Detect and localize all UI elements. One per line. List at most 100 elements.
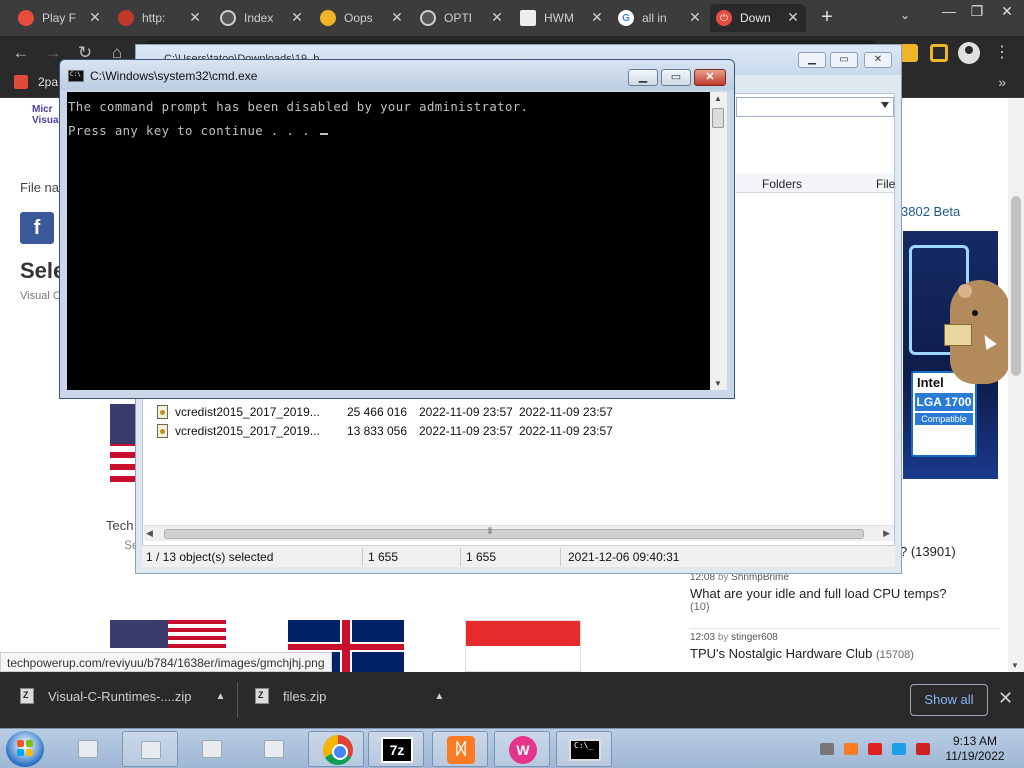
taskbar-xampp[interactable]: ᛞ bbox=[432, 731, 488, 767]
forum-thread[interactable]: 12:08 by ShrimpBrime What are your idle … bbox=[690, 572, 1000, 613]
taskbar-clock[interactable]: 9:13 AM 11/19/2022 bbox=[940, 734, 1010, 764]
tab-close-icon[interactable]: ✕ bbox=[786, 10, 800, 24]
tab-close-icon[interactable]: ✕ bbox=[490, 10, 504, 24]
tray-flag-icon[interactable] bbox=[868, 743, 882, 755]
scroll-down-arrow-icon[interactable]: ▼ bbox=[714, 379, 722, 388]
download-item[interactable]: Visual-C-Runtimes-....zip ▲ bbox=[20, 688, 225, 704]
taskbar-app[interactable] bbox=[246, 731, 302, 767]
tab-close-icon[interactable]: ✕ bbox=[88, 10, 102, 24]
dropdown-arrow-icon[interactable] bbox=[881, 102, 889, 108]
clock-time: 9:13 AM bbox=[952, 734, 998, 748]
taskbar-app[interactable] bbox=[122, 731, 178, 767]
tab-close-icon[interactable]: ✕ bbox=[390, 10, 404, 24]
sidepanel-icon[interactable] bbox=[930, 44, 948, 62]
tab-play[interactable]: Play F ✕ bbox=[12, 4, 108, 32]
us-flag-partial[interactable] bbox=[110, 404, 136, 488]
windows-logo-icon bbox=[26, 740, 33, 747]
download-item[interactable]: files.zip ▲ bbox=[255, 688, 444, 704]
windows-logo-icon bbox=[26, 749, 33, 756]
explorer-maximize-button[interactable]: ▭ bbox=[830, 52, 858, 68]
facebook-share-button[interactable]: f bbox=[20, 212, 54, 244]
tab-favicon-icon bbox=[520, 10, 536, 26]
taskbar-chrome[interactable] bbox=[308, 731, 364, 767]
chevron-up-icon[interactable]: ▲ bbox=[434, 691, 444, 702]
window-restore-button[interactable]: ❐ bbox=[962, 0, 992, 24]
page-scrollbar[interactable]: ▼ bbox=[1008, 98, 1024, 672]
tab-favicon-icon bbox=[18, 10, 34, 26]
logo-line1: Micr bbox=[32, 104, 53, 115]
cmd-close-button[interactable]: ✕ bbox=[694, 69, 726, 86]
tab-close-icon[interactable]: ✕ bbox=[290, 10, 304, 24]
thread-title-text[interactable]: TPU's Nostalgic Hardware Club bbox=[690, 646, 872, 661]
back-arrow-icon[interactable]: ← bbox=[10, 42, 32, 64]
file-column-header[interactable]: File bbox=[876, 177, 895, 191]
cmd-app-icon[interactable] bbox=[68, 70, 84, 82]
tab-download-active[interactable]: ⏻ Down ✕ bbox=[710, 4, 806, 32]
scroll-up-arrow-icon[interactable]: ▲ bbox=[714, 94, 722, 103]
taskbar-app[interactable] bbox=[60, 731, 116, 767]
taskbar-app[interactable] bbox=[184, 731, 240, 767]
path-combobox[interactable] bbox=[736, 97, 894, 117]
forum-thread[interactable]: 12:03 by stinger608 TPU's Nostalgic Hard… bbox=[690, 632, 1000, 661]
scroll-left-arrow-icon[interactable]: ◀ bbox=[146, 528, 153, 539]
tray-action-center-icon[interactable] bbox=[916, 743, 930, 755]
show-all-button[interactable]: Show all bbox=[910, 684, 988, 716]
thread-user[interactable]: stinger608 bbox=[731, 632, 778, 643]
profile-avatar-icon[interactable] bbox=[958, 42, 980, 64]
scroll-down-arrow-icon[interactable]: ▼ bbox=[1011, 661, 1019, 670]
cmd-title-bar[interactable]: C:\Windows\system32\cmd.exe ▁ ▭ ✕ bbox=[60, 60, 734, 90]
horizontal-scrollbar[interactable]: ◀ ⦀ ▶ bbox=[144, 525, 894, 541]
start-button[interactable] bbox=[6, 731, 44, 767]
forum-partial-title[interactable]: ? (13901) bbox=[900, 544, 956, 559]
indonesia-flag-link[interactable] bbox=[465, 620, 581, 672]
taskbar-7zip[interactable]: 7z bbox=[368, 731, 424, 767]
taskbar-cmd[interactable]: C:\_ bbox=[556, 731, 612, 767]
flag-canton bbox=[110, 620, 168, 648]
tab-close-icon[interactable]: ✕ bbox=[188, 10, 202, 24]
cmd-minimize-button[interactable]: ▁ bbox=[628, 69, 658, 86]
tab-oops[interactable]: Oops ✕ bbox=[314, 4, 410, 32]
explorer-minimize-button[interactable]: ▁ bbox=[798, 52, 826, 68]
close-shelf-icon[interactable]: ✕ bbox=[998, 688, 1013, 709]
cmd-scroll-thumb[interactable] bbox=[712, 108, 724, 128]
thread-title[interactable]: TPU's Nostalgic Hardware Club (15708) bbox=[690, 646, 1000, 661]
installer-file-icon bbox=[157, 424, 168, 438]
beta-link[interactable]: 3802 Beta bbox=[901, 204, 960, 219]
taskbar-wamp[interactable]: W bbox=[494, 731, 550, 767]
menu-kebab-icon[interactable]: ⋮ bbox=[994, 42, 1010, 64]
new-tab-button[interactable]: + bbox=[816, 6, 838, 28]
explorer-close-button[interactable]: ✕ bbox=[864, 52, 892, 68]
console-output[interactable]: The command prompt has been disabled by … bbox=[67, 92, 710, 390]
tab-search-chevron-icon[interactable]: ⌄ bbox=[896, 8, 914, 26]
scroll-right-arrow-icon[interactable]: ▶ bbox=[883, 528, 890, 539]
tray-network-icon[interactable] bbox=[820, 743, 834, 755]
status-separator bbox=[460, 548, 461, 566]
bookmark-item[interactable]: 2pa bbox=[14, 75, 58, 89]
scrollbar-thumb[interactable] bbox=[1011, 196, 1021, 376]
chevron-up-icon[interactable]: ▲ bbox=[216, 691, 226, 702]
tray-display-icon[interactable] bbox=[892, 743, 906, 755]
tray-xampp-icon[interactable] bbox=[844, 743, 858, 755]
cmd-vertical-scrollbar[interactable]: ▲ ▼ bbox=[710, 92, 727, 390]
tab-index[interactable]: Index ✕ bbox=[214, 4, 310, 32]
zip-file-icon bbox=[255, 688, 269, 704]
horizontal-scroll-thumb[interactable] bbox=[164, 529, 864, 539]
tab-google-search[interactable]: G all in ✕ bbox=[612, 4, 708, 32]
packed-size: 1 655 bbox=[466, 550, 497, 564]
thread-title[interactable]: What are your idle and full load CPU tem… bbox=[690, 586, 1000, 601]
tab-close-icon[interactable]: ✕ bbox=[688, 10, 702, 24]
intel-socket: LGA 1700 bbox=[915, 393, 973, 411]
cmd-maximize-button[interactable]: ▭ bbox=[661, 69, 691, 86]
bookmarks-overflow-icon[interactable]: » bbox=[998, 74, 1006, 90]
microsoft-logo: Micr Visua bbox=[32, 104, 59, 126]
extension-puzzle-icon[interactable] bbox=[900, 44, 918, 62]
clock-date: 11/19/2022 bbox=[945, 749, 1005, 763]
tab-http[interactable]: http: ✕ bbox=[112, 4, 208, 32]
thread-meta: 12:03 by stinger608 bbox=[690, 632, 1000, 643]
folders-column-header[interactable]: Folders bbox=[762, 177, 802, 191]
window-minimize-button[interactable]: — bbox=[934, 0, 964, 24]
tab-hwm[interactable]: HWM ✕ bbox=[514, 4, 610, 32]
tab-opti[interactable]: OPTI ✕ bbox=[414, 4, 510, 32]
tab-close-icon[interactable]: ✕ bbox=[590, 10, 604, 24]
window-close-button[interactable]: ✕ bbox=[992, 0, 1022, 24]
